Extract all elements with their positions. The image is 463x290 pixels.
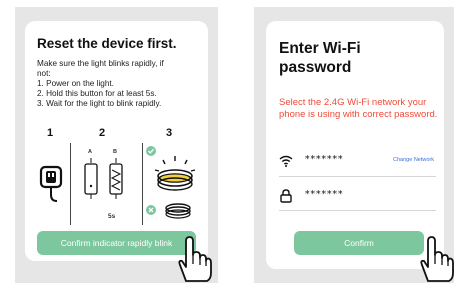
light-strip-blinking-icon xyxy=(154,156,196,191)
instruction-line: 2. Hold this button for at least 5s. xyxy=(37,89,157,98)
password-field[interactable]: ******* xyxy=(279,186,434,208)
step-number-3: 3 xyxy=(166,127,173,139)
instruction-line: 3. Wait for the light to blink rapidly. xyxy=(37,99,162,108)
step-number-1: 1 xyxy=(47,127,54,139)
lock-icon xyxy=(280,189,292,203)
wifi-network-value: ******* xyxy=(305,155,344,165)
button-b-label: B xyxy=(113,149,117,155)
wifi-password-screen: Enter Wi-Fi password Select the 2.4G Wi-… xyxy=(254,7,454,283)
hold-time-label: 5s xyxy=(108,213,116,220)
instruction-line: Make sure the light blinks rapidly, if xyxy=(37,59,164,68)
wifi-icon xyxy=(279,155,293,167)
password-value: ******* xyxy=(305,190,344,200)
reset-steps-illustration: 1 2 3 A B 5s xyxy=(33,127,203,227)
plug-icon xyxy=(39,165,63,202)
step-divider xyxy=(70,143,71,225)
change-network-link[interactable]: Change Network xyxy=(393,157,434,163)
wifi-network-field[interactable]: ******* Change Network xyxy=(279,151,434,173)
button-a-label: A xyxy=(88,149,92,155)
reset-instructions: Make sure the light blinks rapidly, if n… xyxy=(37,59,202,109)
instruction-line: 1. Power on the light. xyxy=(37,79,114,88)
reset-screen: Reset the device first. Make sure the li… xyxy=(15,7,218,283)
hand-pointer-icon xyxy=(420,236,454,282)
wifi-notice: Select the 2.4G Wi-Fi network your phone… xyxy=(279,97,438,120)
hand-pointer-icon xyxy=(178,236,212,282)
wifi-field-underline xyxy=(279,176,436,177)
password-field-underline xyxy=(279,210,436,211)
wifi-card: Enter Wi-Fi password Select the 2.4G Wi-… xyxy=(266,21,444,269)
confirm-button[interactable]: Confirm xyxy=(294,231,424,255)
light-strip-off-icon xyxy=(165,203,191,219)
step-divider xyxy=(142,143,143,225)
reset-card: Reset the device first. Make sure the li… xyxy=(25,21,208,261)
cross-icon xyxy=(146,205,156,215)
button-a-icon xyxy=(84,158,98,199)
instruction-line: not: xyxy=(37,69,51,78)
reset-title: Reset the device first. xyxy=(37,36,177,51)
wifi-title: Enter Wi-Fi password xyxy=(279,40,361,76)
button-b-icon xyxy=(109,158,123,199)
step-number-2: 2 xyxy=(99,127,106,139)
